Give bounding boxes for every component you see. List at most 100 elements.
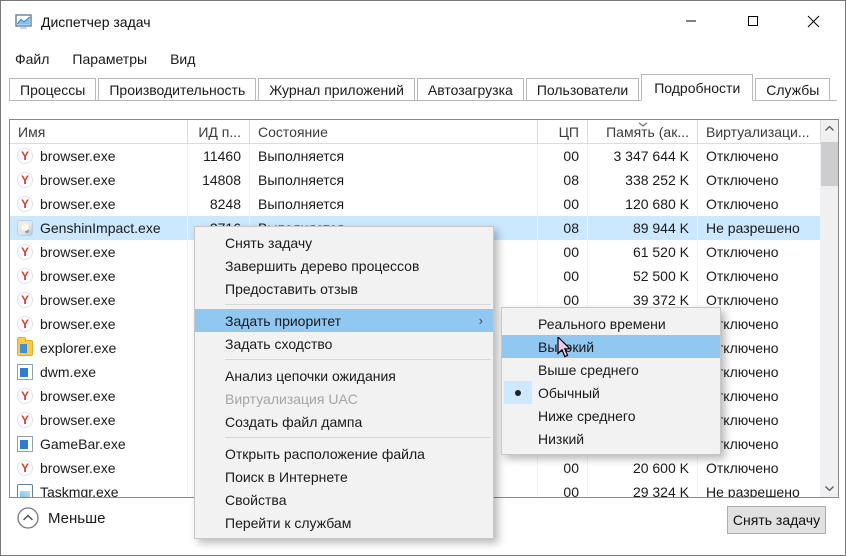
- context-menu-item[interactable]: Создать файл дампа: [195, 410, 493, 433]
- chevron-down-icon: [825, 486, 834, 491]
- context-menu-item[interactable]: Задать сходство: [195, 332, 493, 355]
- cell-cpu: 00: [538, 144, 588, 168]
- cell-memory: 52 500 K: [588, 264, 698, 288]
- tab-7[interactable]: Службы: [755, 78, 830, 100]
- sort-desc-icon: [638, 120, 648, 127]
- cell-cpu: 00: [538, 480, 588, 497]
- minimize-button[interactable]: [669, 1, 713, 41]
- priority-menu-item[interactable]: Ниже среднего: [502, 404, 720, 427]
- yandex-icon: [17, 316, 33, 332]
- cell-status: Выполняется: [250, 144, 538, 168]
- context-menu: Снять задачуЗавершить дерево процессовПр…: [194, 226, 494, 539]
- tab-2[interactable]: Производительность: [98, 78, 256, 100]
- priority-menu-item[interactable]: Реального времени: [502, 312, 720, 335]
- yandex-icon: [17, 412, 33, 428]
- priority-menu-item[interactable]: Выше среднего: [502, 358, 720, 381]
- context-menu-item[interactable]: Поиск в Интернете: [195, 465, 493, 488]
- menu-view[interactable]: Вид: [168, 49, 197, 69]
- cell-name: browser.exe: [10, 384, 188, 408]
- priority-menu-item[interactable]: Обычный: [502, 381, 720, 404]
- chevron-up-circle-icon: [17, 507, 39, 529]
- cell-memory: 338 252 K: [588, 168, 698, 192]
- submenu-arrow-icon: ›: [479, 313, 483, 328]
- genshin-icon: [17, 220, 33, 236]
- cell-name: browser.exe: [10, 240, 188, 264]
- cell-memory: 120 680 K: [588, 192, 698, 216]
- tab-5[interactable]: Пользователи: [526, 78, 639, 100]
- cell-name: GameBar.exe: [10, 432, 188, 456]
- tab-4[interactable]: Автозагрузка: [417, 78, 524, 100]
- yandex-icon: [17, 196, 33, 212]
- cell-memory: 29 324 K: [588, 480, 698, 497]
- menu-file[interactable]: Файл: [13, 49, 51, 69]
- cell-memory: 61 520 K: [588, 240, 698, 264]
- cell-cpu: 00: [538, 240, 588, 264]
- menu-separator: [225, 437, 491, 438]
- cell-virtualization: Отключено: [698, 168, 821, 192]
- table-row[interactable]: browser.exe 8248 Выполняется 00 120 680 …: [10, 192, 821, 216]
- fewer-details-toggle[interactable]: Меньше: [17, 507, 105, 529]
- tab-label: Процессы: [20, 82, 85, 98]
- cell-name: Taskmgr.exe: [10, 480, 188, 497]
- cell-cpu: 00: [538, 264, 588, 288]
- cell-name: browser.exe: [10, 312, 188, 336]
- table-row[interactable]: browser.exe 14808 Выполняется 08 338 252…: [10, 168, 821, 192]
- column-header-6[interactable]: Виртуализаци...: [698, 120, 821, 143]
- cell-name: browser.exe: [10, 144, 188, 168]
- tab-3[interactable]: Журнал приложений: [258, 78, 415, 100]
- vertical-scrollbar[interactable]: [821, 120, 838, 497]
- tab-label: Подробности: [654, 80, 740, 96]
- menu-separator: [225, 359, 491, 360]
- context-menu-item[interactable]: Перейти к службам: [195, 511, 493, 534]
- cell-virtualization: Не разрешено: [698, 480, 821, 497]
- cell-pid: 8248: [188, 192, 250, 216]
- cell-memory: 3 347 644 K: [588, 144, 698, 168]
- cell-cpu: 00: [538, 456, 588, 480]
- context-menu-item[interactable]: Открыть расположение файла: [195, 442, 493, 465]
- priority-menu-item[interactable]: Низкий: [502, 427, 720, 450]
- title-bar: Диспетчер задач: [1, 1, 845, 45]
- task-manager-icon: [15, 14, 32, 30]
- context-menu-item[interactable]: Задать приоритет›: [195, 309, 493, 332]
- table-row[interactable]: browser.exe 11460 Выполняется 00 3 347 6…: [10, 144, 821, 168]
- tab-strip: Процессы Производительность Журнал приложе…: [9, 74, 837, 101]
- maximize-icon: [747, 15, 759, 27]
- scroll-down-button[interactable]: [821, 480, 838, 497]
- cell-memory: 20 600 K: [588, 456, 698, 480]
- priority-menu-item[interactable]: Высокий: [502, 335, 720, 358]
- close-button[interactable]: [791, 1, 835, 41]
- tab-6[interactable]: Подробности: [641, 74, 753, 101]
- cell-virtualization: Отключено: [698, 192, 821, 216]
- maximize-button[interactable]: [731, 1, 775, 41]
- column-header-4[interactable]: ЦП: [538, 120, 588, 143]
- tab-label: Журнал приложений: [269, 82, 404, 98]
- tab-label: Автозагрузка: [428, 82, 513, 98]
- column-header-1[interactable]: Имя: [10, 120, 188, 143]
- yandex-icon: [17, 388, 33, 404]
- scroll-up-button[interactable]: [821, 120, 838, 137]
- column-header-3[interactable]: Состояние: [250, 120, 538, 143]
- minimize-icon: [685, 15, 697, 27]
- context-menu-item[interactable]: Снять задачу: [195, 231, 493, 254]
- context-menu-item[interactable]: Завершить дерево процессов: [195, 254, 493, 277]
- column-header-2[interactable]: ИД п...: [188, 120, 250, 143]
- menu-separator: [225, 304, 491, 305]
- tab-label: Службы: [766, 82, 819, 98]
- context-menu-item[interactable]: Свойства: [195, 488, 493, 511]
- cell-cpu: 08: [538, 168, 588, 192]
- menu-options[interactable]: Параметры: [70, 49, 149, 69]
- cell-memory: 89 944 K: [588, 216, 698, 240]
- end-task-button[interactable]: Снять задачу: [727, 506, 826, 534]
- scrollbar-thumb[interactable]: [821, 142, 838, 186]
- context-menu-item[interactable]: Предоставить отзыв: [195, 277, 493, 300]
- context-menu-item[interactable]: Анализ цепочки ожидания: [195, 364, 493, 387]
- cell-status: Выполняется: [250, 192, 538, 216]
- cell-name: GenshinImpact.exe: [10, 216, 188, 240]
- yandex-icon: [17, 460, 33, 476]
- tab-1[interactable]: Процессы: [9, 78, 96, 100]
- column-header-5[interactable]: Память (ак...: [588, 120, 698, 143]
- cell-virtualization: Не разрешено: [698, 216, 821, 240]
- yandex-icon: [17, 172, 33, 188]
- mouse-cursor-icon: [557, 337, 573, 362]
- cell-virtualization: Отключено: [698, 240, 821, 264]
